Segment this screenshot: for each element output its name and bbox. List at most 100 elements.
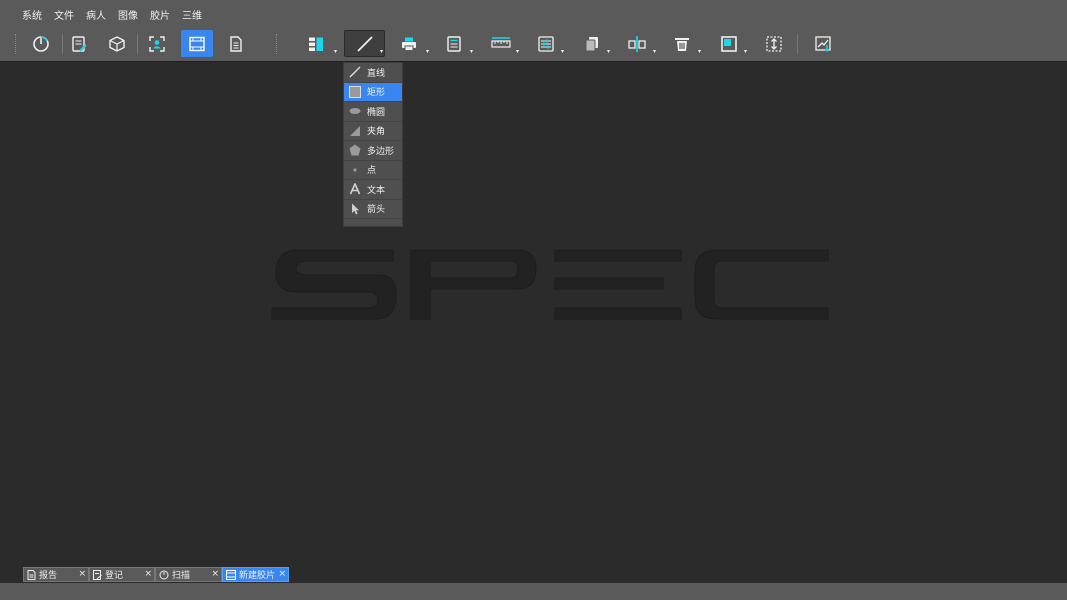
window-button[interactable]: [713, 30, 745, 57]
edit-document-icon: [72, 35, 87, 52]
timer-icon: [33, 35, 49, 52]
arrow-icon: [348, 202, 362, 216]
chart-export-button[interactable]: [807, 30, 839, 57]
dropdown-item-label: 夹角: [367, 127, 386, 138]
menu-patient[interactable]: 病人: [86, 7, 106, 22]
dropdown-item-point[interactable]: 点: [344, 161, 402, 180]
user-frame-button[interactable]: [141, 30, 173, 57]
dropdown-item-label: 点: [367, 166, 377, 177]
dropdown-item-ellipse[interactable]: 椭圆: [344, 102, 402, 122]
tab-register[interactable]: 登记 ×: [89, 567, 155, 582]
ruler-button[interactable]: [485, 30, 517, 57]
sliders-icon: [538, 35, 554, 52]
layout-button[interactable]: [300, 30, 332, 57]
timer-button[interactable]: [25, 30, 57, 57]
tab-bar: 报告 × 登记 × 扫描 × 新建胶片 ×: [0, 565, 1067, 583]
tab-label: 新建胶片: [239, 571, 276, 581]
copy-dropdown-caret[interactable]: ▾: [607, 49, 612, 55]
line-tool-button[interactable]: [344, 30, 385, 57]
spec-logo: [271, 249, 829, 320]
tab-report[interactable]: 报告 ×: [23, 567, 89, 582]
copy-icon: [585, 36, 598, 51]
window-icon: [721, 35, 737, 52]
delete-dropdown-caret[interactable]: ▾: [698, 49, 703, 55]
dropdown-item-label: 直线: [367, 68, 386, 79]
ruler-dropdown-caret[interactable]: ▾: [516, 49, 521, 55]
tab-label: 报告: [39, 571, 58, 581]
cube-icon: [109, 35, 125, 52]
image-size-button[interactable]: [758, 30, 790, 57]
dropdown-item-rectangle[interactable]: 矩形: [344, 82, 402, 102]
close-icon[interactable]: ×: [78, 569, 86, 579]
layout-icon: [309, 37, 323, 51]
rectangle-icon: [348, 85, 362, 99]
dropdown-item-line[interactable]: 直线: [344, 63, 402, 83]
edit-document-button[interactable]: [63, 30, 95, 57]
menu-bar: 系统 文件 病人 图像 胶片 三维: [0, 0, 1067, 27]
tab-label: 登记: [105, 571, 124, 581]
trash-icon: [675, 37, 689, 51]
film-button[interactable]: [181, 30, 213, 57]
menu-3d[interactable]: 三维: [182, 7, 202, 22]
close-icon[interactable]: ×: [278, 569, 286, 579]
document-button[interactable]: [220, 30, 252, 57]
sliders-button[interactable]: [530, 30, 562, 57]
flip-dropdown-caret[interactable]: ▾: [653, 49, 658, 55]
image-size-icon: [766, 35, 782, 52]
menu-system[interactable]: 系统: [22, 7, 42, 22]
close-icon[interactable]: ×: [211, 569, 219, 579]
point-icon: [348, 163, 362, 177]
text-tool-icon: [447, 35, 461, 52]
menu-file[interactable]: 文件: [54, 7, 74, 22]
dropdown-item-label: 矩形: [367, 88, 386, 99]
toolbar-separator: [137, 34, 138, 54]
dropdown-item-polygon[interactable]: 多边形: [344, 141, 402, 161]
printer-icon: [402, 37, 416, 51]
text-tool-button[interactable]: [438, 30, 470, 57]
toolbar-separator: [797, 34, 798, 54]
dropdown-item-angle[interactable]: 夹角: [344, 122, 402, 141]
draw-dropdown-caret[interactable]: ▾: [380, 49, 385, 55]
delete-button[interactable]: [666, 30, 698, 57]
dropdown-item-label: 箭头: [367, 205, 386, 216]
chart-export-icon: [815, 35, 831, 52]
register-icon: [93, 569, 102, 580]
dropdown-item-label: 多边形: [367, 146, 395, 157]
user-frame-icon: [149, 35, 165, 52]
sliders-dropdown-caret[interactable]: ▾: [561, 49, 566, 55]
layout-dropdown-caret[interactable]: ▾: [334, 49, 339, 55]
text-dropdown-caret[interactable]: ▾: [470, 49, 475, 55]
ruler-icon: [491, 36, 511, 48]
close-icon[interactable]: ×: [144, 569, 152, 579]
menu-film[interactable]: 胶片: [150, 7, 170, 22]
line-icon: [348, 65, 362, 79]
shape-dropdown-menu: 直线 矩形 椭圆 夹角 多边形 点 文本 箭头: [343, 62, 403, 227]
polygon-icon: [348, 143, 362, 157]
film-icon: [189, 36, 205, 51]
tab-label: 扫描: [172, 571, 191, 581]
film-tab-icon: [226, 569, 236, 580]
dropdown-item-text[interactable]: 文本: [344, 180, 402, 200]
dropdown-item-label: 文本: [367, 185, 386, 196]
printer-dropdown-caret[interactable]: ▾: [426, 49, 431, 55]
text-icon: [348, 182, 362, 196]
window-dropdown-caret[interactable]: ▾: [744, 49, 749, 55]
angle-icon: [348, 124, 362, 138]
tab-scan[interactable]: 扫描 ×: [155, 567, 222, 582]
document-icon: [230, 35, 242, 52]
dropdown-item-arrow[interactable]: 箭头: [344, 200, 402, 219]
flip-button[interactable]: [621, 30, 653, 57]
printer-button[interactable]: [393, 30, 425, 57]
status-bar: [0, 583, 1067, 600]
menu-image[interactable]: 图像: [118, 7, 138, 22]
cube-button[interactable]: [101, 30, 133, 57]
dropdown-item-label: 椭圆: [367, 107, 386, 118]
tab-new-film[interactable]: 新建胶片 ×: [222, 567, 289, 582]
copy-button[interactable]: [576, 30, 608, 57]
flip-icon: [628, 35, 646, 52]
toolbar-separator: [276, 34, 277, 54]
scan-icon: [159, 570, 169, 579]
toolbar-grip: [15, 34, 16, 54]
ellipse-icon: [348, 104, 362, 118]
line-tool-icon: [356, 35, 373, 52]
